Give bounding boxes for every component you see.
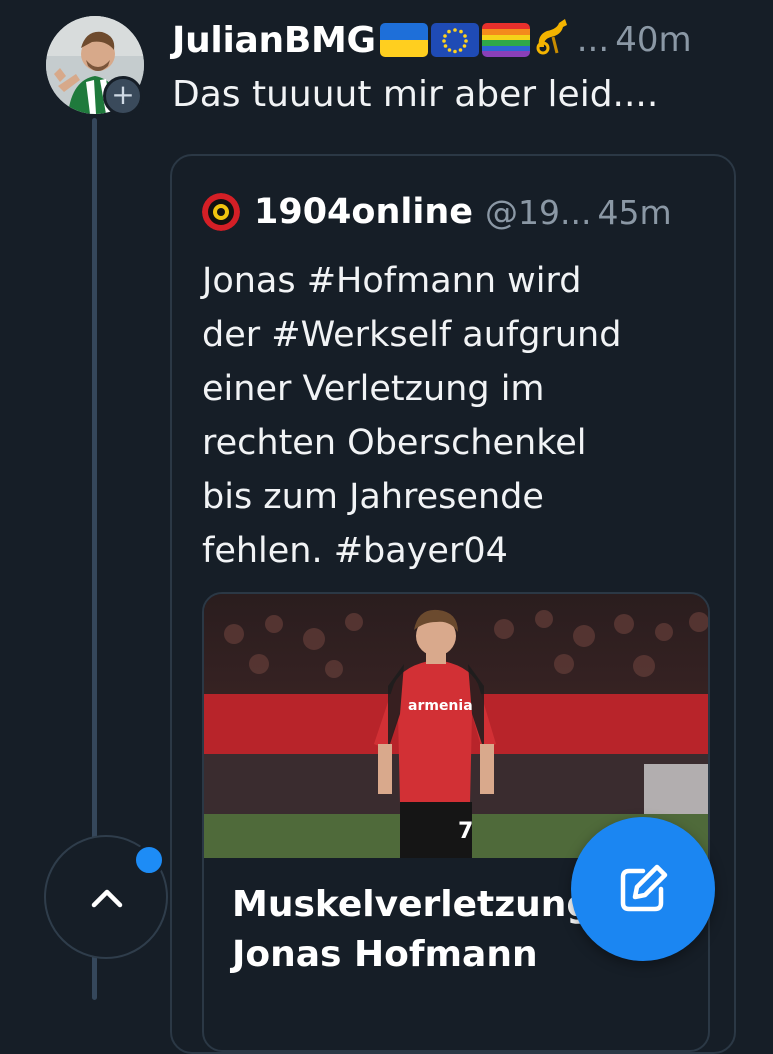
quoted-author-name[interactable]: 1904online xyxy=(254,192,473,232)
quoted-text-line: Jonas #Hofmann wird xyxy=(202,261,582,301)
quoted-author-avatar[interactable] xyxy=(202,193,240,231)
quoted-post-header: 1904online @19... 45m xyxy=(202,192,672,232)
jersey-sponsor: armenia xyxy=(408,698,473,714)
quoted-text-line: der #Werkself aufgrund xyxy=(202,315,622,355)
new-posts-dot xyxy=(133,844,165,876)
post-header: JulianBMG ... 40m xyxy=(172,14,752,66)
post-timestamp: 40m xyxy=(615,20,692,60)
follow-plus-icon[interactable]: + xyxy=(103,76,143,116)
compose-button[interactable] xyxy=(571,817,715,961)
jersey-number: 7 xyxy=(458,819,473,844)
eu-flag-icon xyxy=(430,23,479,57)
quoted-text-line: einer Verletzung im xyxy=(202,369,545,409)
post-handle-truncated: ... xyxy=(576,20,610,60)
quoted-text-line: bis zum Jahresende xyxy=(202,477,544,517)
post-text: Das tuuuut mir aber leid.... xyxy=(172,74,659,115)
chevron-up-icon xyxy=(91,889,123,908)
rainbow-flag-icon xyxy=(481,23,530,57)
quoted-text-line: rechten Oberschenkel xyxy=(202,423,587,463)
quoted-text-line: fehlen. #bayer04 xyxy=(202,531,508,571)
quoted-post-timestamp: 45m xyxy=(597,192,672,232)
author-emoji xyxy=(379,17,571,63)
quoted-post-text: Jonas #Hofmann wird der #Werkself aufgru… xyxy=(202,254,702,578)
ukraine-flag-icon xyxy=(379,23,428,57)
postal-horn-icon xyxy=(535,17,571,63)
quoted-author-handle: @19... xyxy=(485,192,592,232)
compose-icon xyxy=(620,864,668,912)
post-author-name[interactable]: JulianBMG xyxy=(172,20,376,61)
